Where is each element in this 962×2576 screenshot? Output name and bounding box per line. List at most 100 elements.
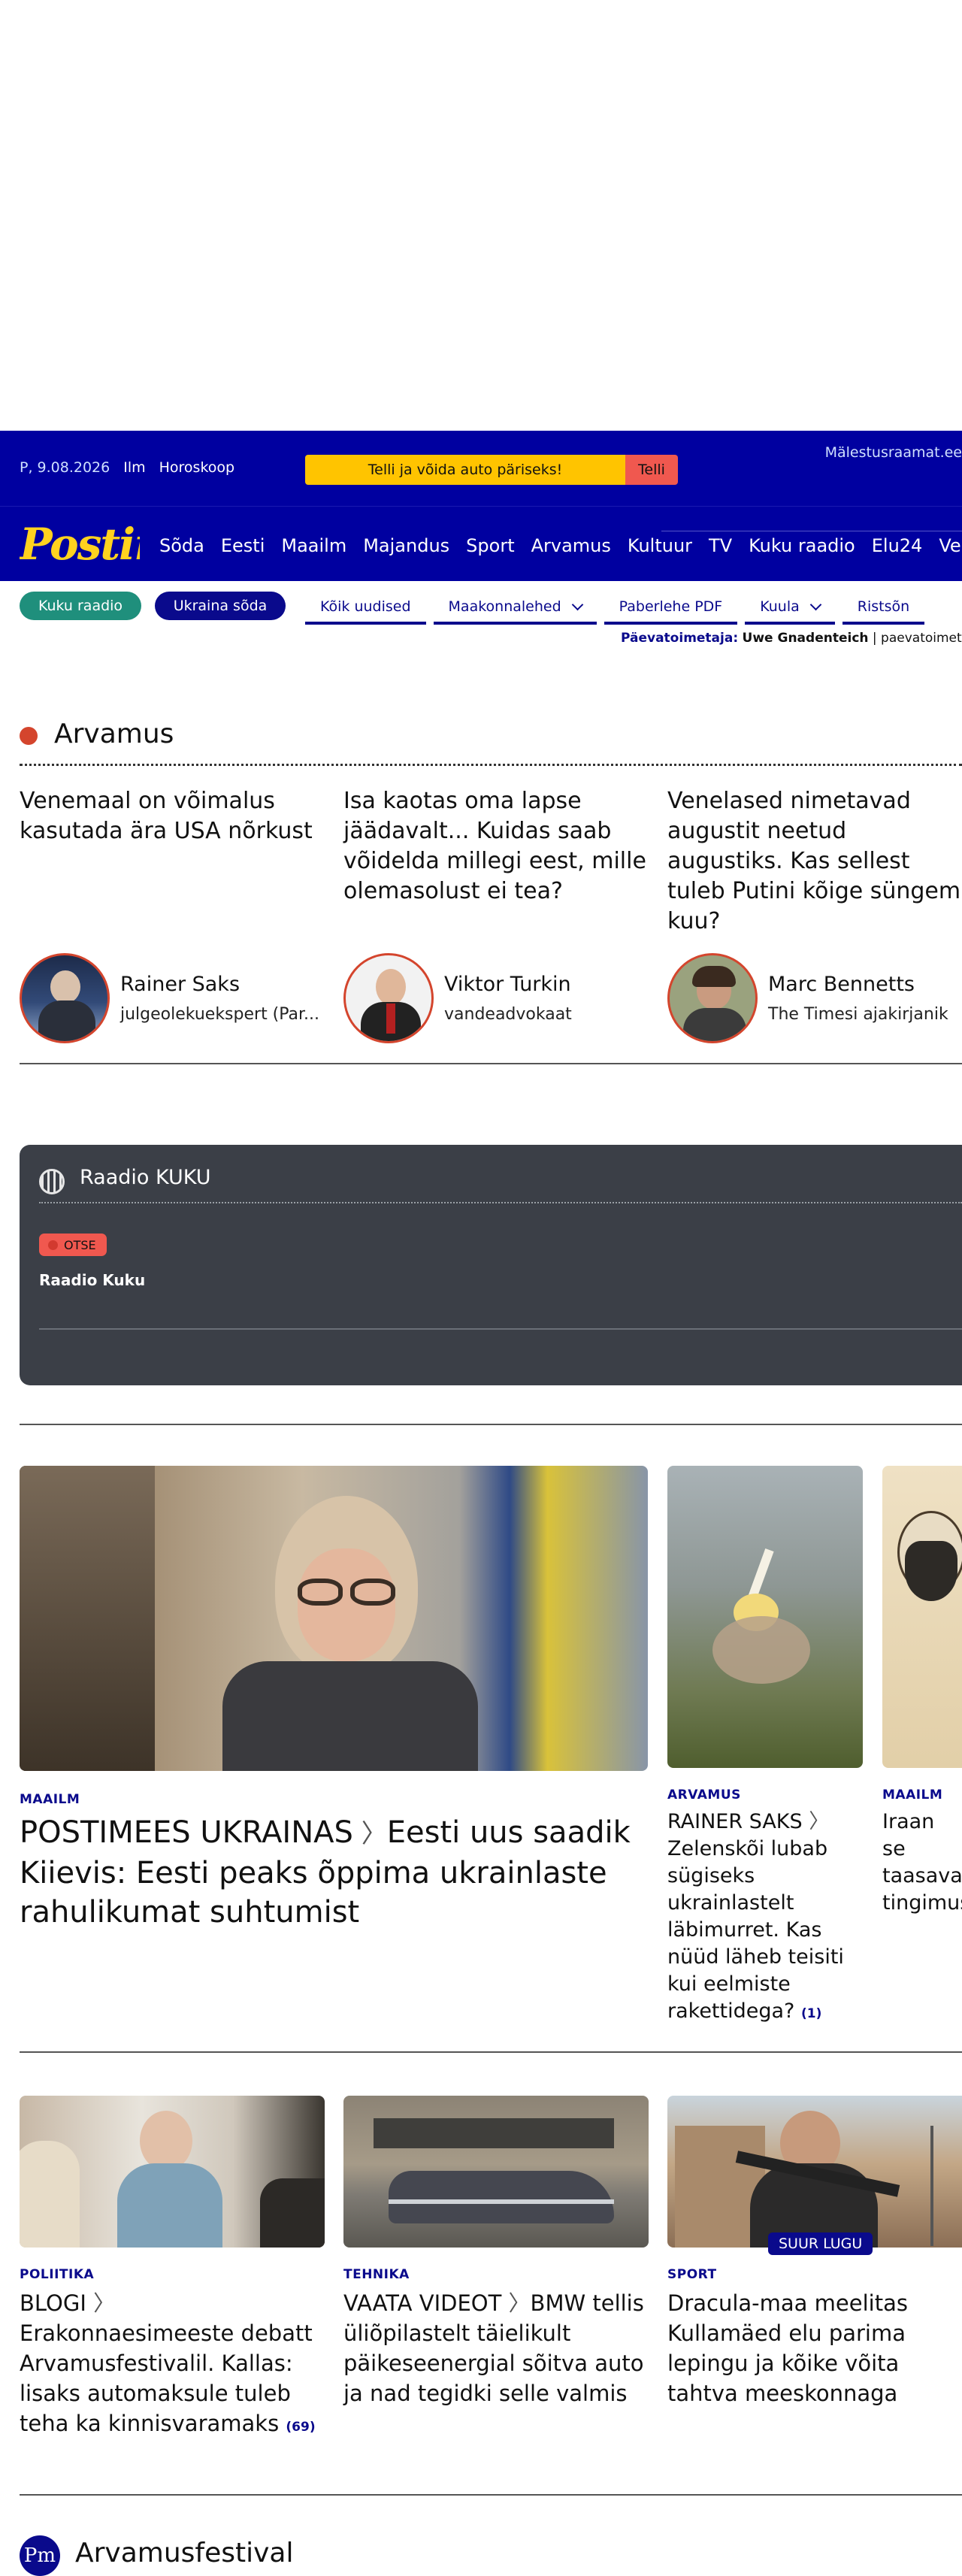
author-name: Rainer Saks — [120, 973, 240, 996]
comment-count[interactable]: (69) — [286, 2420, 315, 2435]
side-article-headline[interactable]: RAINER SAKS 〉 Zelenskõi lubab sügiseks uk… — [667, 1809, 863, 2027]
chevron-right-icon: 〉 — [802, 1810, 830, 1833]
globe-icon — [39, 1169, 65, 1194]
promo-banner[interactable]: Telli ja võida auto päriseks! Telli — [305, 455, 678, 485]
nav-item-more[interactable]: Vee — [939, 535, 962, 556]
comment-count[interactable]: (1) — [801, 2006, 821, 2021]
nav-item-kultuur[interactable]: Kultuur — [628, 535, 692, 556]
radio-title: Raadio KUKU — [80, 1166, 211, 1189]
chevron-down-icon — [571, 598, 583, 610]
tab-kuula[interactable]: Kuula — [745, 592, 835, 625]
tab-koik-uudised[interactable]: Kõik uudised — [305, 592, 426, 625]
ad-space — [0, 0, 962, 431]
pill-kuku-raadio[interactable]: Kuku raadio — [20, 592, 141, 620]
opinion-headline[interactable]: Venemaal on võimalus kasutada ära USA nõ… — [20, 786, 328, 846]
malestus-link[interactable]: Mälestusraamat.ee — [825, 444, 962, 461]
live-dot-icon — [48, 1240, 58, 1250]
editor-email[interactable]: paevatoimetaja — [881, 631, 962, 646]
nav-item-kuku-raadio[interactable]: Kuku raadio — [749, 535, 855, 556]
article-image[interactable] — [20, 2096, 325, 2248]
author-block[interactable]: Rainer Saks julgeolekuekspert (Par... — [20, 953, 319, 1043]
nav-item-soda[interactable]: Sõda — [159, 535, 204, 556]
nav-item-tv[interactable]: TV — [709, 535, 732, 556]
opinion-card[interactable]: Isa kaotas oma lapse jäädavalt... Kuidas… — [343, 786, 652, 907]
top-meta: P, 9.08.2026 Ilm Horoskoop — [20, 459, 234, 476]
article-kicker: POSTIMEES UKRAINAS — [20, 1815, 353, 1850]
article-category[interactable]: MAAILM — [20, 1792, 80, 1807]
section-divider — [20, 764, 962, 766]
chevron-right-icon: 〉 — [501, 2290, 531, 2316]
article-kicker: RAINER SAKS — [667, 1810, 803, 1833]
opinion-headline[interactable]: Isa kaotas oma lapse jäädavalt... Kuidas… — [343, 786, 652, 907]
main-article-image[interactable] — [20, 1466, 648, 1771]
article-image[interactable] — [667, 2096, 962, 2248]
nav-item-eesti[interactable]: Eesti — [221, 535, 265, 556]
tab-maakonnalehed[interactable]: Maakonnalehed — [433, 592, 597, 625]
chevron-down-icon — [809, 598, 822, 610]
main-nav: Sõda Eesti Maailm Majandus Sport Arvamus… — [159, 535, 962, 556]
radio-station-name: Raadio Kuku — [39, 1271, 146, 1289]
nav-item-arvamus[interactable]: Arvamus — [531, 535, 611, 556]
nav-item-elu24[interactable]: Elu24 — [872, 535, 923, 556]
author-block[interactable]: Viktor Turkin vandeadvokaat — [343, 953, 572, 1043]
sub-tabs: Kõik uudised Maakonnalehed Paberlehe PDF… — [305, 592, 925, 625]
article-headline[interactable]: VAATA VIDEOT 〉BMW tellis üliõpilastelt t… — [343, 2288, 649, 2408]
headline-text: Zelenskõi lubab sügiseks ukrainlastelt l… — [667, 1837, 844, 2023]
article-kicker: BLOGI — [20, 2290, 86, 2316]
article-headline[interactable]: BLOGI 〉 Erakonnaesimeeste debatt Arvamusf… — [20, 2288, 325, 2442]
site-header: P, 9.08.2026 Ilm Horoskoop Telli ja võid… — [0, 431, 962, 646]
main-article-headline[interactable]: POSTIMEES UKRAINAS 〉Eesti uus saadik Kii… — [20, 1813, 648, 1932]
section-divider — [20, 1424, 962, 1425]
festival-title[interactable]: Arvamusfestival — [75, 2538, 294, 2568]
avatar — [20, 953, 110, 1043]
tab-label: Paberlehe PDF — [619, 598, 723, 615]
tab-paberlehe-pdf[interactable]: Paberlehe PDF — [604, 592, 738, 625]
side-article-image[interactable] — [882, 1466, 962, 1768]
nav-item-maailm[interactable]: Maailm — [281, 535, 346, 556]
promo-text[interactable]: Telli ja võida auto päriseks! — [305, 455, 625, 485]
opinion-card[interactable]: Venelased nimetavad augustit neetud augu… — [667, 786, 962, 937]
author-name: Viktor Turkin — [444, 973, 571, 996]
article-category[interactable]: TEHNIKA — [343, 2267, 410, 2282]
section-divider — [20, 2494, 962, 2496]
date-label: P, 9.08.2026 — [20, 459, 110, 476]
headline-text: Erakonnaesimeeste debatt Arvamusfestival… — [20, 2320, 313, 2436]
horoscope-link[interactable]: Horoskoop — [159, 459, 234, 476]
tab-ristsona[interactable]: Ristsõn — [842, 592, 925, 625]
arvamus-dot — [20, 727, 38, 745]
section-divider — [20, 1063, 962, 1064]
article-kicker: VAATA VIDEOT — [343, 2290, 502, 2316]
arvamus-title[interactable]: Arvamus — [54, 719, 174, 749]
author-name: Marc Bennetts — [768, 973, 915, 996]
main-nav-bar: Postim Sõda Eesti Maailm Majandus Sport … — [0, 506, 962, 581]
radio-player[interactable]: Raadio KUKU OTSE Raadio Kuku — [20, 1145, 962, 1385]
live-badge: OTSE — [39, 1234, 107, 1256]
article-category[interactable]: SPORT — [667, 2267, 717, 2282]
radio-progress-track[interactable] — [39, 1328, 962, 1330]
promo-button[interactable]: Telli — [625, 455, 678, 485]
postimees-logo-icon: Pm — [20, 2535, 60, 2576]
side-article-image[interactable] — [667, 1466, 863, 1768]
article-image[interactable] — [343, 2096, 649, 2248]
editor-name: Uwe Gnadenteich — [742, 631, 869, 646]
site-logo[interactable]: Postim — [20, 520, 140, 568]
nav-item-majandus[interactable]: Majandus — [363, 535, 449, 556]
chevron-right-icon: 〉 — [86, 2290, 116, 2316]
radio-divider — [39, 1202, 962, 1203]
avatar — [667, 953, 758, 1043]
weather-link[interactable]: Ilm — [123, 459, 145, 476]
article-headline[interactable]: Dracula-maa meelitas Kullamäed elu parim… — [667, 2288, 962, 2408]
section-divider — [20, 2051, 962, 2053]
nav-item-sport[interactable]: Sport — [466, 535, 514, 556]
article-category[interactable]: MAAILM — [882, 1787, 942, 1803]
article-category[interactable]: POLIITIKA — [20, 2267, 94, 2282]
article-category[interactable]: ARVAMUS — [667, 1787, 741, 1803]
opinion-card[interactable]: Venemaal on võimalus kasutada ära USA nõ… — [20, 786, 328, 846]
author-role: vandeadvokaat — [444, 1005, 572, 1024]
opinion-headline[interactable]: Venelased nimetavad augustit neetud augu… — [667, 786, 962, 937]
side-article-headline[interactable]: Iraan se taasava tingimus — [882, 1809, 962, 1917]
author-block[interactable]: Marc Bennetts The Timesi ajakirjanik — [667, 953, 948, 1043]
tab-label: Maakonnalehed — [448, 598, 561, 615]
editor-line: Päevatoimetaja: Uwe Gnadenteich | paevat… — [621, 631, 962, 646]
pill-ukraina-soda[interactable]: Ukraina sõda — [155, 592, 286, 620]
